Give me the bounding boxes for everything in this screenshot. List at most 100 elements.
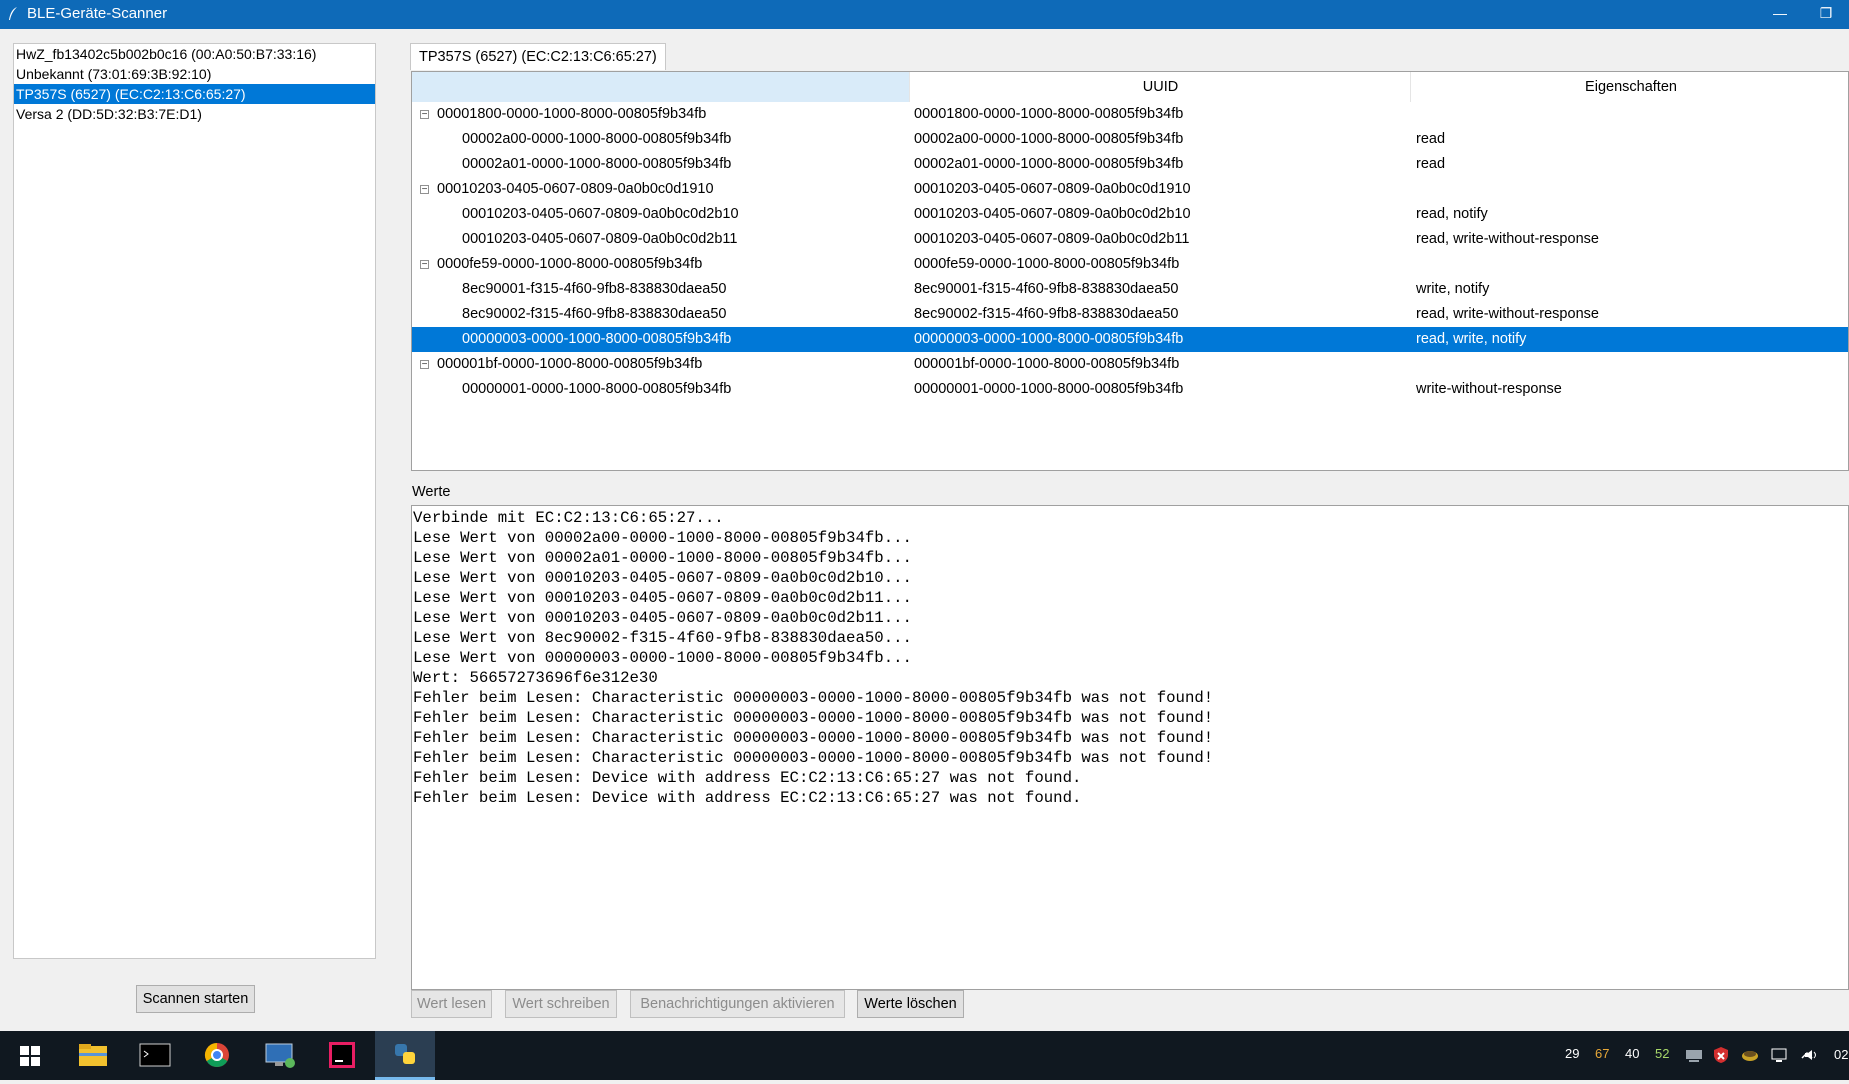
tray-app-icon[interactable] [1740, 1045, 1760, 1065]
network-icon[interactable] [1769, 1045, 1789, 1065]
tree-cell-properties: read, write-without-response [1416, 231, 1599, 247]
title-bar: BLE-Geräte-Scanner — ❐ [0, 0, 1849, 29]
minimize-button[interactable]: — [1757, 0, 1803, 29]
terminal-icon[interactable] [125, 1031, 185, 1080]
python-icon[interactable] [375, 1031, 435, 1080]
tree-cell-properties: read, write-without-response [1416, 306, 1599, 322]
tree-cell-uuid: 0000fe59-0000-1000-8000-00805f9b34fb [914, 256, 1180, 272]
tree-cell-name: 00000001-0000-1000-8000-00805f9b34fb [462, 381, 732, 397]
tree-cell-name: 8ec90002-f315-4f60-9fb8-838830daea50 [462, 306, 727, 322]
tree-cell-name: 000001bf-0000-1000-8000-00805f9b34fb [437, 356, 703, 372]
clear-values-button[interactable]: Werte löschen [857, 990, 964, 1018]
tree-characteristic-row[interactable]: 00002a01-0000-1000-8000-00805f9b34fb 0000… [412, 152, 1848, 177]
file-explorer-icon[interactable] [63, 1031, 123, 1080]
collapse-toggle-icon[interactable]: − [420, 110, 429, 120]
tree-cell-name: 00002a00-0000-1000-8000-00805f9b34fb [462, 131, 732, 147]
write-value-button[interactable]: Wert schreiben [505, 990, 617, 1018]
tree-characteristic-row[interactable]: 8ec90002-f315-4f60-9fb8-838830daea50 8ec9… [412, 302, 1848, 327]
collapse-toggle-icon[interactable]: − [420, 360, 429, 370]
log-line: Lese Wert von 00002a00-0000-1000-8000-00… [413, 529, 912, 547]
restore-button[interactable]: ❐ [1803, 0, 1849, 29]
tree-characteristic-row[interactable]: 00002a00-0000-1000-8000-00805f9b34fb 0000… [412, 127, 1848, 152]
tree-cell-uuid: 000001bf-0000-1000-8000-00805f9b34fb [914, 356, 1180, 372]
tree-characteristic-row[interactable]: 00000001-0000-1000-8000-00805f9b34fb 0000… [412, 377, 1848, 402]
tree-column-header-name[interactable] [412, 72, 909, 102]
tree-cell-name: 00001800-0000-1000-8000-00805f9b34fb [437, 106, 707, 122]
tray-drive-icon[interactable] [1684, 1045, 1704, 1065]
device-list-item[interactable]: Versa 2 (DD:5D:32:B3:7E:D1) [14, 104, 375, 124]
tray-cpu-temp-1: 29 [1565, 1046, 1580, 1061]
tray-cpu-temp-4: 52 [1655, 1046, 1670, 1061]
enable-notifications-button[interactable]: Benachrichtigungen aktivieren [630, 990, 845, 1018]
tree-cell-uuid: 00000001-0000-1000-8000-00805f9b34fb [914, 381, 1184, 397]
log-line: Fehler beim Lesen: Characteristic 000000… [413, 749, 1214, 767]
tree-cell-name: 00010203-0405-0607-0809-0a0b0c0d2b11 [462, 231, 738, 247]
tree-cell-properties: read, write, notify [1416, 331, 1527, 347]
scan-start-button[interactable]: Scannen starten [136, 985, 255, 1013]
tree-column-header-uuid[interactable]: UUID [909, 72, 1411, 102]
tree-cell-name: 00000003-0000-1000-8000-00805f9b34fb [462, 331, 732, 347]
tree-cell-uuid: 00000003-0000-1000-8000-00805f9b34fb [914, 331, 1184, 347]
device-list-item[interactable]: TP357S (6527) (EC:C2:13:C6:65:27) [14, 84, 375, 104]
collapse-toggle-icon[interactable]: − [420, 260, 429, 270]
tree-cell-name: 00002a01-0000-1000-8000-00805f9b34fb [462, 156, 732, 172]
log-line: Fehler beim Lesen: Device with address E… [413, 769, 1082, 787]
feather-icon [9, 7, 17, 20]
tree-cell-properties: write, notify [1416, 281, 1490, 297]
tree-cell-uuid: 00002a00-0000-1000-8000-00805f9b34fb [914, 131, 1184, 147]
tree-cell-uuid: 00010203-0405-0607-0809-0a0b0c0d2b11 [914, 231, 1190, 247]
tree-characteristic-row[interactable]: 00010203-0405-0607-0809-0a0b0c0d2b11 0001… [412, 227, 1848, 252]
device-list-item[interactable]: Unbekannt (73:01:69:3B:92:10) [14, 64, 375, 84]
tab-device[interactable]: TP357S (6527) (EC:C2:13:C6:65:27) [410, 43, 666, 70]
tree-cell-uuid: 00010203-0405-0607-0809-0a0b0c0d1910 [914, 181, 1191, 197]
log-line: Lese Wert von 00010203-0405-0607-0809-0a… [413, 609, 912, 627]
tree-service-row[interactable]: −00010203-0405-0607-0809-0a0b0c0d1910 000… [412, 177, 1848, 202]
tree-cell-uuid: 8ec90001-f315-4f60-9fb8-838830daea50 [914, 281, 1179, 297]
log-line: Lese Wert von 00002a01-0000-1000-8000-00… [413, 549, 912, 567]
tree-cell-uuid: 00002a01-0000-1000-8000-00805f9b34fb [914, 156, 1184, 172]
collapse-toggle-icon[interactable]: − [420, 185, 429, 195]
tree-cell-name: 00010203-0405-0607-0809-0a0b0c0d2b10 [462, 206, 739, 222]
window-title: BLE-Geräte-Scanner [27, 5, 168, 22]
tree-header: UUID Eigenschaften [412, 72, 1848, 102]
tree-cell-uuid: 8ec90002-f315-4f60-9fb8-838830daea50 [914, 306, 1179, 322]
log-line: Verbinde mit EC:C2:13:C6:65:27... [413, 509, 724, 527]
volume-icon[interactable] [1802, 1045, 1822, 1065]
device-list[interactable]: HwZ_fb13402c5b002b0c16 (00:A0:50:B7:33:1… [13, 43, 376, 959]
log-line: Wert: 56657273696f6e312e30 [413, 669, 658, 687]
remote-desktop-icon[interactable] [250, 1031, 310, 1080]
log-line: Lese Wert von 00010203-0405-0607-0809-0a… [413, 589, 912, 607]
tray-cpu-temp-3: 40 [1625, 1046, 1640, 1061]
chrome-icon[interactable] [187, 1031, 247, 1080]
clock[interactable]: 02 [1834, 1047, 1848, 1062]
log-line: Lese Wert von 8ec90002-f315-4f60-9fb8-83… [413, 629, 912, 647]
log-line: Fehler beim Lesen: Characteristic 000000… [413, 709, 1214, 727]
windows-start-icon[interactable] [0, 1031, 60, 1080]
characteristics-tree[interactable]: UUID Eigenschaften −00001800-0000-1000-8… [411, 71, 1849, 471]
tree-cell-name: 0000fe59-0000-1000-8000-00805f9b34fb [437, 256, 703, 272]
log-line: Lese Wert von 00010203-0405-0607-0809-0a… [413, 569, 912, 587]
tray-shield-icon[interactable] [1711, 1045, 1731, 1065]
log-line: Fehler beim Lesen: Device with address E… [413, 789, 1082, 807]
tree-cell-properties: read [1416, 131, 1446, 147]
tray-cpu-temp-2: 67 [1595, 1046, 1610, 1061]
tree-service-row[interactable]: −00001800-0000-1000-8000-00805f9b34fb 000… [412, 102, 1848, 127]
tree-cell-name: 00010203-0405-0607-0809-0a0b0c0d1910 [437, 181, 714, 197]
tree-cell-properties: write-without-response [1416, 381, 1562, 397]
intellij-icon[interactable] [313, 1031, 373, 1080]
read-value-button[interactable]: Wert lesen [411, 990, 492, 1018]
tree-characteristic-row[interactable]: 00000003-0000-1000-8000-00805f9b34fb 0000… [412, 327, 1848, 352]
tree-column-header-properties[interactable]: Eigenschaften [1410, 72, 1848, 102]
tree-cell-name: 8ec90001-f315-4f60-9fb8-838830daea50 [462, 281, 727, 297]
taskbar: 29 67 40 52 02 [0, 1031, 1849, 1080]
tree-characteristic-row[interactable]: 00010203-0405-0607-0809-0a0b0c0d2b10 0001… [412, 202, 1848, 227]
tree-cell-uuid: 00010203-0405-0607-0809-0a0b0c0d2b10 [914, 206, 1191, 222]
values-output[interactable]: Verbinde mit EC:C2:13:C6:65:27... Lese We… [411, 505, 1849, 990]
tree-service-row[interactable]: −000001bf-0000-1000-8000-00805f9b34fb 000… [412, 352, 1848, 377]
tree-cell-properties: read, notify [1416, 206, 1488, 222]
tree-characteristic-row[interactable]: 8ec90001-f315-4f60-9fb8-838830daea50 8ec9… [412, 277, 1848, 302]
tree-service-row[interactable]: −0000fe59-0000-1000-8000-00805f9b34fb 000… [412, 252, 1848, 277]
device-list-item[interactable]: HwZ_fb13402c5b002b0c16 (00:A0:50:B7:33:1… [14, 44, 375, 64]
log-line: Fehler beim Lesen: Characteristic 000000… [413, 689, 1214, 707]
tree-cell-uuid: 00001800-0000-1000-8000-00805f9b34fb [914, 106, 1184, 122]
